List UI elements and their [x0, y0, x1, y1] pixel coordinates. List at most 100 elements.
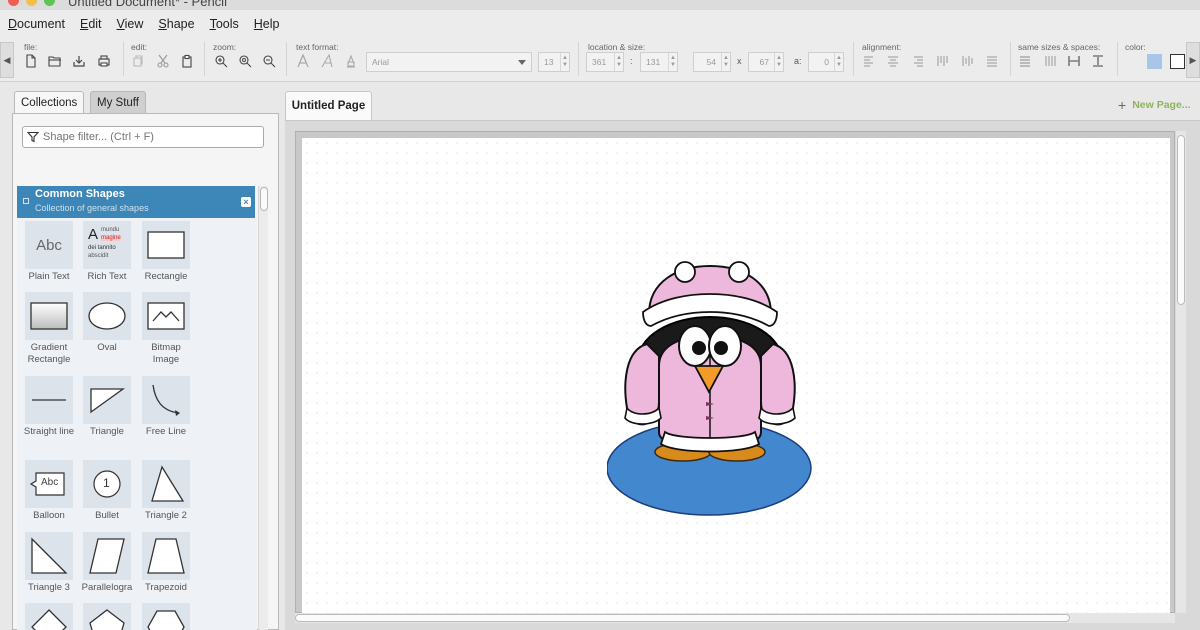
- collapse-icon[interactable]: [23, 198, 29, 204]
- shape-item[interactable]: Straight line: [23, 376, 75, 438]
- plain-text-sample: Abc: [36, 236, 62, 254]
- font-family-select[interactable]: Arial: [366, 52, 532, 72]
- toolbar-scroll-right-button[interactable]: ▶: [1186, 42, 1200, 78]
- collection-header[interactable]: Common Shapes Collection of general shap…: [17, 186, 255, 218]
- align-left-icon[interactable]: [860, 52, 878, 70]
- canvas-vertical-scrollbar[interactable]: [1176, 131, 1186, 613]
- shape-item[interactable]: Free Line: [140, 376, 192, 438]
- align-center-icon[interactable]: [884, 52, 902, 70]
- save-icon[interactable]: [70, 52, 88, 70]
- menu-document[interactable]: Document: [8, 17, 65, 31]
- close-window-icon[interactable]: [8, 0, 19, 6]
- shape-filter[interactable]: [22, 126, 264, 148]
- xy-separator: :: [630, 56, 633, 66]
- align-right-icon[interactable]: [909, 52, 927, 70]
- toolbar-scroll-left-button[interactable]: ◀: [0, 42, 14, 78]
- text-italic-icon[interactable]: [318, 52, 336, 70]
- shape-label: Rectangle: [144, 271, 188, 282]
- zoom-out-icon[interactable]: [260, 52, 278, 70]
- align-bottom-icon[interactable]: [983, 52, 1001, 70]
- tab-collections[interactable]: Collections: [14, 91, 85, 114]
- spin-arrows-icon[interactable]: ▲ ▼: [834, 53, 843, 71]
- menu-view[interactable]: View: [117, 17, 144, 31]
- gradient-rectangle-icon: [25, 292, 73, 340]
- shape-item[interactable]: Bitmap Image: [140, 292, 192, 366]
- scrollbar-thumb[interactable]: [1177, 135, 1185, 305]
- align-middle-icon[interactable]: [958, 52, 976, 70]
- shape-item[interactable]: Abc Balloon: [23, 460, 75, 522]
- stroke-color-swatch[interactable]: [1170, 54, 1185, 69]
- align-top-icon[interactable]: [933, 52, 951, 70]
- shape-item[interactable]: A mundu magine dei tannito abscidit Rich…: [81, 221, 133, 283]
- new-document-icon[interactable]: [22, 52, 40, 70]
- paste-icon[interactable]: [178, 52, 196, 70]
- shape-item[interactable]: [140, 603, 192, 630]
- shape-item[interactable]: Trapezoid: [140, 532, 192, 594]
- shape-item[interactable]: Rectangle: [140, 221, 192, 283]
- height-stepper[interactable]: 67 ▲ ▼: [748, 52, 784, 72]
- scrollbar-thumb[interactable]: [295, 614, 1070, 622]
- shape-item[interactable]: Triangle 3: [23, 532, 75, 594]
- penguin-clipart-image[interactable]: [607, 256, 817, 521]
- print-icon[interactable]: [95, 52, 113, 70]
- hexagon-icon: [142, 603, 190, 630]
- zoom-actual-icon[interactable]: [236, 52, 254, 70]
- title-bar: Untitled Document* - Pencil: [0, 0, 1200, 10]
- y-position-stepper[interactable]: 131 ▲ ▼: [640, 52, 678, 72]
- width-value: 54: [706, 57, 716, 67]
- menu-help[interactable]: Help: [254, 17, 280, 31]
- spin-arrows-icon[interactable]: ▲ ▼: [560, 53, 569, 71]
- angle-value: 0: [824, 57, 829, 67]
- text-underline-icon[interactable]: [342, 52, 360, 70]
- collection-description: Collection of general shapes: [35, 203, 149, 213]
- spin-arrows-icon[interactable]: ▲ ▼: [668, 53, 677, 71]
- shape-item[interactable]: Parallelogra: [81, 532, 133, 594]
- balloon-icon: Abc: [25, 460, 73, 508]
- fill-color-swatch[interactable]: [1147, 54, 1162, 69]
- menu-edit[interactable]: Edit: [80, 17, 102, 31]
- space-horizontal-icon[interactable]: [1065, 52, 1083, 70]
- scrollbar-thumb[interactable]: [260, 187, 268, 211]
- diamond-icon: [25, 603, 73, 630]
- maximize-window-icon[interactable]: [44, 0, 55, 6]
- shape-item[interactable]: [23, 603, 75, 630]
- shapes-scrollbar[interactable]: [258, 186, 268, 630]
- menu-shape[interactable]: Shape: [158, 17, 194, 31]
- spin-arrows-icon[interactable]: ▲ ▼: [774, 53, 783, 71]
- font-size-stepper[interactable]: 13 ▲ ▼: [538, 52, 570, 72]
- drawing-canvas[interactable]: [302, 138, 1170, 614]
- minimize-window-icon[interactable]: [26, 0, 37, 6]
- menu-tools[interactable]: Tools: [210, 17, 239, 31]
- close-icon[interactable]: ×: [241, 197, 251, 207]
- zoom-in-icon[interactable]: [212, 52, 230, 70]
- spin-arrows-icon[interactable]: ▲ ▼: [614, 53, 623, 71]
- x-position-stepper[interactable]: 361 ▲ ▼: [586, 52, 624, 72]
- rich-text-icon: A mundu magine dei tannito abscidit: [83, 221, 131, 269]
- shape-label: Bitmap Image: [151, 342, 181, 365]
- shape-filter-input[interactable]: [43, 131, 243, 143]
- tab-my-stuff[interactable]: My Stuff: [90, 91, 146, 114]
- spin-arrows-icon[interactable]: ▲ ▼: [721, 53, 730, 71]
- font-family-value: Arial: [372, 57, 390, 67]
- shape-item[interactable]: Oval: [81, 292, 133, 354]
- window-title: Untitled Document* - Pencil: [68, 0, 227, 9]
- shape-item[interactable]: [81, 603, 133, 630]
- space-vertical-icon[interactable]: [1089, 52, 1107, 70]
- cut-icon[interactable]: [154, 52, 172, 70]
- new-page-button[interactable]: + New Page...: [1118, 97, 1191, 113]
- copy-icon[interactable]: [129, 52, 147, 70]
- width-stepper[interactable]: 54 ▲ ▼: [693, 52, 731, 72]
- shape-item[interactable]: 1 Bullet: [81, 460, 133, 522]
- text-bold-icon[interactable]: [294, 52, 312, 70]
- same-height-icon[interactable]: [1041, 52, 1059, 70]
- rich-text-line: magine: [101, 235, 121, 241]
- open-folder-icon[interactable]: [46, 52, 64, 70]
- shape-item[interactable]: Abc Plain Text: [23, 221, 75, 283]
- shape-item[interactable]: Triangle 2: [140, 460, 192, 522]
- same-width-icon[interactable]: [1016, 52, 1034, 70]
- tab-untitled-page[interactable]: Untitled Page: [285, 91, 372, 120]
- shape-item[interactable]: Gradient Rectangle: [23, 292, 75, 366]
- shape-item[interactable]: Triangle: [81, 376, 133, 438]
- canvas-horizontal-scrollbar[interactable]: [295, 613, 1175, 623]
- angle-stepper[interactable]: 0 ▲ ▼: [808, 52, 844, 72]
